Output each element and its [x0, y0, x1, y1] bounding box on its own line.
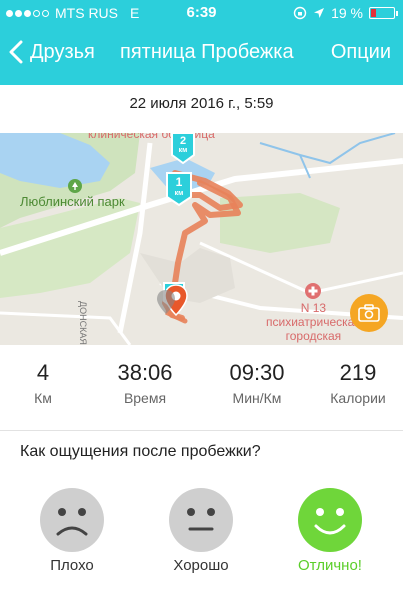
start-pin-icon: [157, 290, 175, 314]
hospital13-marker: N 13 психиатрическая городская: [266, 283, 361, 343]
status-bar: MTS RUS E 6:39 19 %: [0, 0, 403, 26]
park-marker: Люблинский парк: [20, 179, 125, 209]
stat-label: Калории: [330, 390, 386, 406]
mood-bad-button[interactable]: Плохо: [27, 488, 117, 574]
feedback-question: Как ощущения после пробежки?: [20, 443, 261, 460]
stat-label: Время: [123, 390, 167, 406]
battery-icon: [369, 7, 398, 19]
back-button[interactable]: Друзья: [8, 40, 95, 64]
stat-value: 219: [339, 360, 377, 385]
stat-pace: 09:30 Мин/Км: [212, 360, 302, 406]
mood-good-button[interactable]: Хорошо: [156, 488, 246, 574]
mood-label: Отлично!: [298, 557, 362, 574]
chevron-left-icon: [9, 40, 23, 64]
route-map[interactable]: клиническая больница Люблинский парк ДОН…: [0, 133, 403, 345]
section-divider: [0, 430, 403, 431]
mood-excellent-button[interactable]: Отлично!: [285, 488, 375, 574]
run-stats: 4 Км 38:06 Время 09:30 Мин/Км 219 Калори…: [0, 360, 403, 420]
stat-value: 4: [36, 360, 50, 385]
happy-face-icon: [298, 488, 362, 552]
mood-selector: Плохо Хорошо Отлично!: [0, 488, 403, 578]
stat-value: 09:30: [229, 360, 285, 385]
app-header: MTS RUS E 6:39 19 % Друзья пятница Пробе…: [0, 0, 403, 85]
sad-face-icon: [40, 488, 104, 552]
back-label: Друзья: [30, 40, 95, 63]
hospital13-city: городская: [285, 329, 342, 343]
page-title: пятница Пробежка: [120, 41, 294, 63]
battery-percent: 19 %: [331, 5, 363, 21]
add-photo-button[interactable]: [350, 294, 388, 332]
camera-icon: [358, 304, 380, 322]
km-marker-unit: км: [174, 190, 184, 197]
mood-label: Плохо: [50, 557, 94, 574]
options-button[interactable]: Опции: [331, 41, 391, 64]
km-marker-2[interactable]: 2 км: [170, 133, 196, 165]
nav-bar: Друзья пятница Пробежка Опции: [0, 30, 403, 78]
location-arrow-icon: [314, 8, 325, 18]
tree-icon: [68, 179, 82, 193]
mood-label: Хорошо: [173, 557, 229, 574]
stat-time: 38:06 Время: [100, 360, 190, 406]
street-label: ДОНСКАЯ: [78, 301, 88, 345]
km-marker-number: 1: [175, 175, 183, 189]
rotation-lock-icon: [293, 6, 307, 20]
neutral-face-icon: [169, 488, 233, 552]
stat-label: Мин/Км: [232, 390, 282, 406]
km-marker-number: 2: [179, 135, 187, 147]
stat-distance: 4 Км: [20, 360, 66, 406]
hospital-cross-icon: [305, 283, 322, 299]
km-marker-unit: км: [178, 147, 188, 154]
km-marker-1[interactable]: 1 км: [165, 171, 193, 207]
run-date: 22 июля 2016 г., 5:59: [129, 95, 274, 112]
stat-label: Км: [34, 390, 52, 406]
stat-calories: 219 Калории: [318, 360, 398, 406]
park-label: Люблинский парк: [20, 194, 125, 209]
hospital13-type: психиатрическая: [266, 315, 361, 329]
hospital13-number: N 13: [300, 301, 327, 315]
stat-value: 38:06: [117, 360, 173, 385]
